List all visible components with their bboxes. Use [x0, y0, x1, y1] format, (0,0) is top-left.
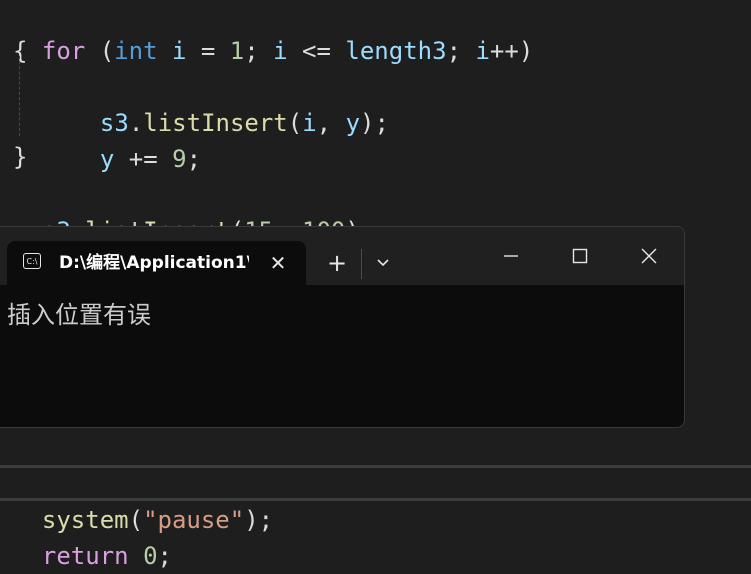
- maximize-icon[interactable]: [550, 227, 610, 285]
- code-line-system-pause[interactable]: system("pause");: [13, 466, 273, 534]
- terminal-titlebar[interactable]: C:\ D:\编程\Application1\E ✕ +: [0, 227, 684, 285]
- terminal-tab[interactable]: C:\ D:\编程\Application1\E ✕: [7, 241, 306, 285]
- terminal-window[interactable]: C:\ D:\编程\Application1\E ✕ + 插入位置有误: [0, 226, 685, 428]
- titlebar-divider: [361, 249, 362, 279]
- indent-guide: [19, 56, 20, 136]
- minimize-icon[interactable]: [481, 227, 541, 285]
- chevron-down-icon[interactable]: [367, 241, 399, 285]
- code-line-increment[interactable]: y += 9;: [71, 105, 201, 173]
- keyword-int: int: [114, 37, 158, 65]
- code-line-close-brace[interactable]: }: [13, 139, 27, 175]
- code-line-insert-15[interactable]: s3.listInsert(15, 100);: [13, 177, 374, 245]
- line-highlight-bottom: [0, 498, 751, 501]
- terminal-icon: C:\: [23, 253, 41, 269]
- tab-title: D:\编程\Application1\E: [59, 253, 249, 273]
- close-icon[interactable]: [619, 227, 679, 285]
- code-line-insert[interactable]: s3.listInsert(i, y);: [71, 69, 389, 137]
- code-line-for[interactable]: for (int i = 1; i <= length3; i++): [13, 0, 533, 65]
- terminal-output: 插入位置有误: [7, 301, 151, 329]
- plus-icon[interactable]: +: [321, 241, 353, 285]
- code-line-return[interactable]: return 0;: [13, 502, 172, 570]
- code-line-open-brace[interactable]: {: [13, 33, 27, 69]
- close-icon[interactable]: ✕: [263, 248, 293, 278]
- keyword-for: for: [41, 37, 86, 65]
